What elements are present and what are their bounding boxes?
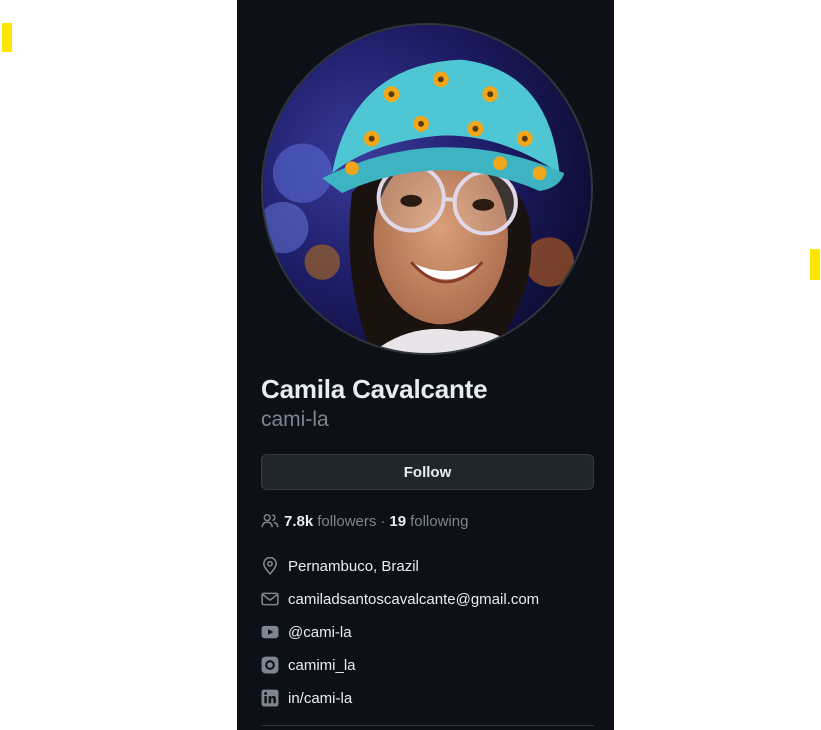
followers-count: 7.8k [284, 512, 314, 530]
following-link[interactable]: 19 following [389, 513, 468, 530]
detail-email: camiladsantoscavalcante@gmail.com [261, 588, 601, 610]
linkedin-icon [261, 689, 279, 707]
email-link[interactable]: camiladsantoscavalcante@gmail.com [288, 591, 539, 608]
instagram-icon [261, 656, 279, 674]
youtube-icon [261, 623, 279, 641]
people-icon [261, 512, 279, 530]
yellow-marker-right [810, 249, 820, 280]
followers-link[interactable]: 7.8k followers [284, 513, 376, 530]
profile-name: Camila Cavalcante [261, 374, 488, 404]
avatar-photo [263, 25, 591, 353]
follow-separator: · [380, 512, 386, 530]
location-pin-icon [261, 557, 279, 575]
mail-icon [261, 590, 279, 608]
followers-label: followers [317, 512, 377, 530]
detail-linkedin: in/cami-la [261, 687, 601, 709]
avatar[interactable] [261, 23, 593, 355]
follow-button[interactable]: Follow [261, 454, 594, 490]
yellow-marker-left [2, 23, 12, 52]
detail-location: Pernambuco, Brazil [261, 555, 601, 577]
divider [261, 725, 594, 726]
following-label: following [410, 512, 469, 530]
profile-login: cami-la [261, 408, 329, 431]
linkedin-link[interactable]: in/cami-la [288, 690, 352, 707]
followers-following-row: 7.8k followers · 19 following [261, 510, 468, 532]
detail-youtube: @cami-la [261, 621, 601, 643]
profile-sidebar: Camila Cavalcante cami-la Follow 7.8k fol… [237, 0, 614, 730]
profile-details: Pernambuco, Brazil camiladsantoscavalcan… [261, 555, 601, 720]
instagram-link[interactable]: camimi_la [288, 657, 356, 674]
youtube-link[interactable]: @cami-la [288, 624, 352, 641]
detail-instagram: camimi_la [261, 654, 601, 676]
location-text: Pernambuco, Brazil [288, 557, 419, 575]
following-count: 19 [389, 512, 407, 530]
